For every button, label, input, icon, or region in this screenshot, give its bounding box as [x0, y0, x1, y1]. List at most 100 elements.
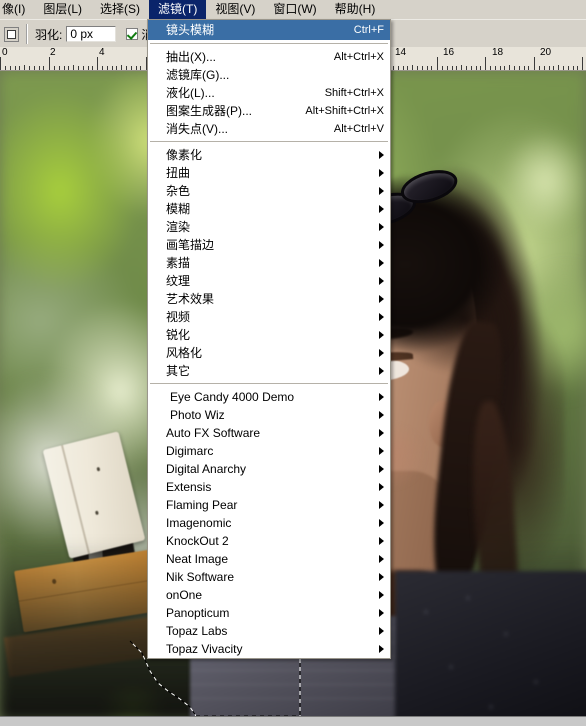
menubar-item-help[interactable]: 帮助(H): [326, 0, 385, 19]
menu-item-label: 渲染: [166, 220, 191, 234]
filter-dropdown-menu[interactable]: 镜头模糊 Ctrl+F 抽出(X)... Alt+Ctrl+X 滤镜库(G)... 液化(…: [147, 19, 391, 659]
menu-item-neat-image[interactable]: Neat Image: [148, 550, 390, 568]
ruler-tick-minor: [5, 66, 6, 70]
ruler-tick: [24, 65, 25, 70]
menu-item-杂色[interactable]: 杂色: [148, 182, 390, 200]
ruler-tick: [0, 57, 1, 70]
menu-item-label: Topaz Vivacity: [166, 642, 243, 656]
antialias-checkbox[interactable]: [126, 28, 139, 40]
menu-item-label: Extensis: [166, 480, 212, 494]
menu-item-label: 镜头模糊: [166, 23, 215, 37]
submenu-arrow-icon: [379, 295, 384, 303]
submenu-arrow-icon: [379, 169, 384, 177]
menu-item-label: 扭曲: [166, 166, 191, 180]
menu-item-艺术效果[interactable]: 艺术效果: [148, 290, 390, 308]
ruler-tick-minor: [83, 66, 84, 70]
ruler-tick-minor: [577, 66, 578, 70]
menu-item-nik-software[interactable]: Nik Software: [148, 568, 390, 586]
menu-item-滤镜库g[interactable]: 滤镜库(G)...: [148, 66, 390, 84]
menu-item-模糊[interactable]: 模糊: [148, 200, 390, 218]
menu-item-auto-fx-software[interactable]: Auto FX Software: [148, 424, 390, 442]
menu-item-onone[interactable]: onOne: [148, 586, 390, 604]
menu-bar: 像(I) 图层(L) 选择(S) 滤镜(T) 视图(V) 窗口(W) 帮助(H): [0, 0, 586, 19]
menu-item-label: Auto FX Software: [166, 426, 261, 440]
ruler-tick-minor: [107, 66, 108, 70]
ruler-tick-minor: [92, 66, 93, 70]
menu-separator: [150, 383, 388, 385]
ruler-tick-minor: [43, 66, 44, 70]
menu-item-label: Photo Wiz: [170, 408, 225, 422]
menu-item-扭曲[interactable]: 扭曲: [148, 164, 390, 182]
ruler-tick-minor: [524, 66, 525, 70]
ruler-tick-minor: [417, 66, 418, 70]
menubar-item-layer[interactable]: 图层(L): [34, 0, 91, 19]
ruler-tick-minor: [563, 66, 564, 70]
menu-item-label: KnockOut 2: [166, 534, 229, 548]
menu-item-抽出x[interactable]: 抽出(X)... Alt+Ctrl+X: [148, 48, 390, 66]
menu-item-纹理[interactable]: 纹理: [148, 272, 390, 290]
menu-item-label: Digimarc: [166, 444, 214, 458]
rectangular-marquee-icon[interactable]: [4, 26, 19, 42]
ruler-tick: [509, 65, 510, 70]
submenu-arrow-icon: [379, 187, 384, 195]
menu-item-shortcut: Shift+Ctrl+X: [324, 87, 384, 99]
menu-item-knockout-2[interactable]: KnockOut 2: [148, 532, 390, 550]
menu-item-锐化[interactable]: 锐化: [148, 326, 390, 344]
menu-item-液化l[interactable]: 液化(L)... Shift+Ctrl+X: [148, 84, 390, 102]
menu-item-画笔描边[interactable]: 画笔描边: [148, 236, 390, 254]
menu-item-渲染[interactable]: 渲染: [148, 218, 390, 236]
menu-item-topaz-vivacity[interactable]: Topaz Vivacity: [148, 640, 390, 658]
bench-screw: [96, 466, 101, 472]
menu-item-label: 图案生成器(P)...: [166, 104, 252, 118]
ruler-tick: [534, 57, 535, 70]
menu-item-flaming-pear[interactable]: Flaming Pear: [148, 496, 390, 514]
menu-item-镜头模糊[interactable]: 镜头模糊 Ctrl+F: [148, 20, 390, 40]
ruler-tick-minor: [15, 66, 16, 70]
ruler-tick-minor: [549, 66, 550, 70]
ruler-tick-minor: [136, 66, 137, 70]
ruler-tick-minor: [10, 66, 11, 70]
menu-item-label: 消失点(V)...: [166, 122, 228, 136]
menu-item-eye-candy-4000-demo[interactable]: Eye Candy 4000 Demo: [148, 388, 390, 406]
menu-item-extensis[interactable]: Extensis: [148, 478, 390, 496]
menu-item-label: 视频: [166, 310, 191, 324]
menu-item-风格化[interactable]: 风格化: [148, 344, 390, 362]
menu-item-photo-wiz[interactable]: Photo Wiz: [148, 406, 390, 424]
menubar-item-select[interactable]: 选择(S): [91, 0, 149, 19]
menu-item-视频[interactable]: 视频: [148, 308, 390, 326]
menubar-item-window[interactable]: 窗口(W): [264, 0, 325, 19]
ruler-tick: [582, 57, 583, 70]
ruler-tick-minor: [39, 66, 40, 70]
menu-item-像素化[interactable]: 像素化: [148, 146, 390, 164]
menu-item-digital-anarchy[interactable]: Digital Anarchy: [148, 460, 390, 478]
ruler-tick-minor: [528, 66, 529, 70]
submenu-arrow-icon: [379, 349, 384, 357]
menu-item-imagenomic[interactable]: Imagenomic: [148, 514, 390, 532]
submenu-arrow-icon: [379, 447, 384, 455]
ruler-tick-minor: [442, 66, 443, 70]
menu-item-topaz-labs[interactable]: Topaz Labs: [148, 622, 390, 640]
menu-item-消失点v[interactable]: 消失点(V)... Alt+Ctrl+V: [148, 120, 390, 138]
ruler-tick-minor: [54, 66, 55, 70]
menu-item-图案生成器p[interactable]: 图案生成器(P)... Alt+Shift+Ctrl+X: [148, 102, 390, 120]
ruler-tick: [121, 65, 122, 70]
submenu-arrow-icon: [379, 151, 384, 159]
submenu-arrow-icon: [379, 555, 384, 563]
menu-item-label: 艺术效果: [166, 292, 215, 306]
menubar-item-view[interactable]: 视图(V): [206, 0, 264, 19]
feather-input[interactable]: [66, 26, 117, 42]
menu-item-label: 模糊: [166, 202, 191, 216]
menu-item-panopticum[interactable]: Panopticum: [148, 604, 390, 622]
ruler-tick-minor: [456, 66, 457, 70]
menu-item-digimarc[interactable]: Digimarc: [148, 442, 390, 460]
ruler-tick: [437, 57, 438, 70]
menu-item-label: Panopticum: [166, 606, 230, 620]
submenu-arrow-icon: [379, 429, 384, 437]
menubar-item-filter[interactable]: 滤镜(T): [149, 0, 207, 19]
ruler-tick-minor: [427, 66, 428, 70]
menubar-item-image[interactable]: 像(I): [0, 0, 34, 19]
menu-item-素描[interactable]: 素描: [148, 254, 390, 272]
menu-item-其它[interactable]: 其它: [148, 362, 390, 380]
submenu-arrow-icon: [379, 393, 384, 401]
submenu-arrow-icon: [379, 645, 384, 653]
